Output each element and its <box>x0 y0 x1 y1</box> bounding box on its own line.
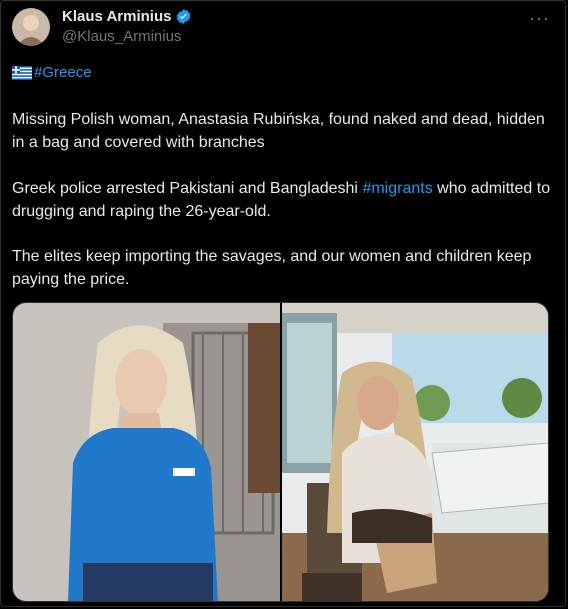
more-dots-icon[interactable]: ··· <box>529 8 550 29</box>
author-handle[interactable]: @Klaus_Arminius <box>62 28 181 45</box>
hashtag-migrants-link[interactable]: #migrants <box>362 180 432 197</box>
media-grid <box>12 302 549 602</box>
avatar[interactable] <box>12 8 50 46</box>
verified-badge-icon <box>177 9 191 24</box>
author-display-name[interactable]: Klaus Arminius <box>62 8 171 25</box>
hashtag-greece-link[interactable]: #Greece <box>34 64 92 81</box>
photo-right[interactable] <box>281 303 548 601</box>
tweet-paragraph-3: The elites keep importing the savages, a… <box>12 248 532 288</box>
tweet-paragraph-2: Greek police arrested Pakistani and Bang… <box>12 177 560 223</box>
paragraph-2-text-before: Greek police arrested Pakistani and Bang… <box>12 180 363 197</box>
tweet-paragraph-1: Missing Polish woman, Anastasia Rubińska… <box>12 111 545 151</box>
greece-flag-icon <box>12 65 32 80</box>
photo-left[interactable] <box>13 303 280 601</box>
